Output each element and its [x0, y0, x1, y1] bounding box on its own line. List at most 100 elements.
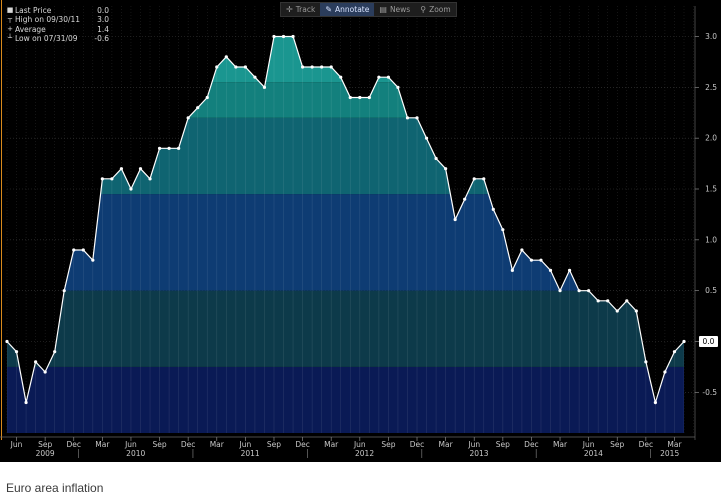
data-point	[100, 177, 104, 181]
data-point	[129, 187, 133, 191]
data-point	[320, 65, 324, 69]
data-point	[491, 207, 495, 211]
zoom-button[interactable]: ⚲ Zoom	[415, 3, 455, 16]
x-tick-label: Jun	[124, 440, 137, 449]
annotate-button-label: Annotate	[335, 5, 370, 14]
data-point	[5, 339, 9, 344]
data-point	[205, 95, 209, 100]
data-point	[615, 309, 619, 313]
data-point	[148, 177, 152, 181]
zoom-button-label: Zoom	[429, 5, 451, 14]
legend-label: Average	[15, 24, 46, 34]
x-tick-label: Dec	[410, 440, 425, 449]
data-point	[167, 146, 171, 150]
data-point	[34, 360, 38, 364]
data-point	[43, 370, 47, 374]
data-point	[405, 116, 410, 120]
track-button-label: Track	[295, 5, 316, 14]
legend-value: 1.4	[97, 24, 109, 34]
legend-value: -0.6	[94, 33, 109, 43]
data-point	[482, 177, 486, 181]
track-button[interactable]: ✛ Track	[281, 3, 320, 16]
area-band	[7, 117, 684, 195]
data-point	[367, 95, 371, 100]
data-point	[196, 106, 200, 110]
data-point	[415, 116, 419, 120]
x-tick-label: Dec	[181, 440, 196, 449]
legend-marker-high: ┬	[7, 15, 13, 24]
data-point	[339, 75, 343, 79]
x-tick-label: Dec	[66, 440, 81, 449]
data-point	[434, 156, 438, 161]
legend-label: High on 09/30/11	[15, 15, 81, 25]
legend-value: 3.0	[97, 15, 109, 25]
y-tick-label: 1.5	[705, 185, 717, 194]
data-point	[539, 258, 543, 262]
x-tick-label: Jun	[467, 440, 480, 449]
data-point	[634, 309, 638, 313]
chart-panel[interactable]: -0.5 0.5 1.0 1.5 2.0 2.5 3.0 0.0 Jun Sep Dec Mar Jun…	[0, 0, 721, 462]
data-point	[396, 85, 400, 89]
data-point	[501, 228, 505, 232]
legend-marker-low: ┴	[7, 33, 13, 42]
news-icon: ▤	[379, 5, 387, 14]
x-tick-label: Sep	[610, 440, 624, 449]
data-point	[62, 289, 66, 293]
data-point	[24, 400, 28, 405]
y-tick-label: 0.5	[705, 286, 717, 295]
y-tick-label: 3.0	[705, 32, 717, 41]
area-fill	[7, 36, 684, 433]
y-tick-label: 2.5	[705, 83, 717, 92]
data-point	[91, 258, 95, 262]
data-point	[262, 85, 267, 89]
annotate-button[interactable]: ✎ Annotate	[320, 3, 375, 16]
chart-plot[interactable]: -0.50.51.01.52.02.53.00.0Jun Sep Dec Mar Jun…	[0, 0, 721, 462]
year-label: 2012	[355, 449, 374, 458]
data-point	[529, 258, 534, 262]
x-tick-label: Mar	[210, 440, 225, 449]
data-point	[138, 167, 143, 171]
legend-item-last-price: ■ Last Price 0.0	[5, 6, 109, 15]
news-button-label: News	[389, 5, 411, 14]
data-point	[291, 34, 295, 39]
data-point	[348, 95, 352, 100]
data-point	[253, 75, 257, 79]
x-tick-label: Sep	[38, 440, 52, 449]
news-button[interactable]: ▤ News	[374, 3, 415, 16]
legend-marker-last-price: ■	[6, 6, 14, 14]
x-tick-label: Mar	[667, 440, 682, 449]
data-point	[520, 248, 524, 252]
area-band	[7, 366, 684, 433]
data-point	[567, 268, 572, 272]
data-point	[596, 299, 600, 303]
data-point	[81, 248, 85, 252]
x-tick-label: Dec	[295, 440, 310, 449]
year-label: 2013	[469, 449, 488, 458]
y-tick-label: 1.0	[705, 235, 717, 244]
area-band	[7, 194, 684, 291]
crosshair-icon: ✛	[286, 5, 293, 14]
data-point	[653, 400, 657, 405]
magnifier-icon: ⚲	[420, 5, 427, 14]
data-point	[558, 289, 562, 293]
data-point	[587, 289, 591, 293]
x-tick-label: Mar	[439, 440, 454, 449]
legend: ■ Last Price 0.0 ┬ High on 09/30/11 3.0 …	[5, 6, 109, 43]
x-tick-label: Sep	[152, 440, 166, 449]
data-point	[606, 299, 610, 303]
data-point	[548, 268, 553, 272]
data-point	[243, 65, 247, 69]
x-tick-label: Jun	[582, 440, 595, 449]
data-point	[329, 65, 333, 69]
area-band	[7, 290, 684, 367]
legend-value: 0.0	[97, 6, 109, 15]
data-point	[119, 167, 124, 171]
data-point	[358, 95, 362, 100]
chart-toolbar: ✛ Track ✎ Annotate ▤ News ⚲ Zoom	[280, 2, 457, 17]
data-point	[234, 65, 238, 69]
data-point	[272, 34, 276, 39]
data-point	[463, 197, 467, 201]
data-point	[453, 217, 457, 222]
data-point	[224, 55, 228, 59]
legend-label: Last Price	[15, 6, 52, 15]
